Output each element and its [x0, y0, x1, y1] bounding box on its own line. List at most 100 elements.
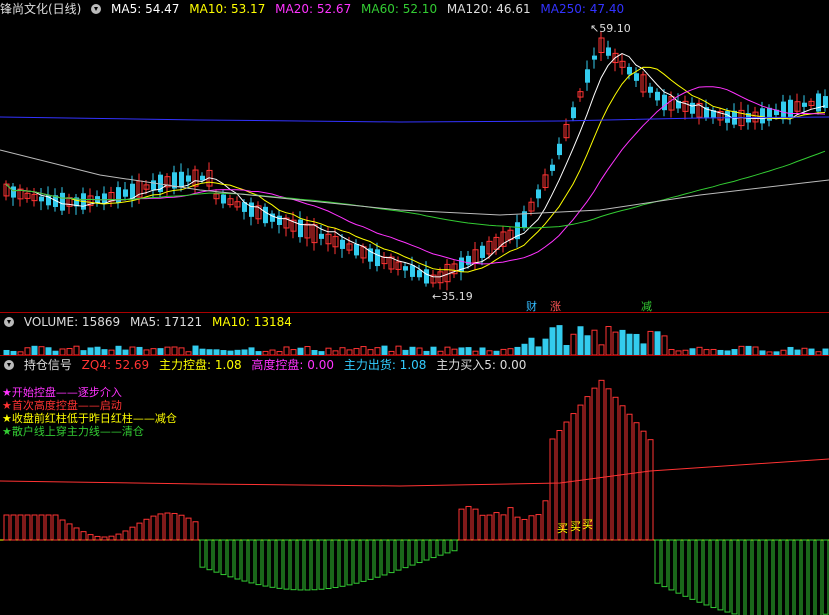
- signal-bar: [122, 530, 129, 541]
- signal-bar: [297, 539, 304, 591]
- signal-zq4: ZQ4: 52.69: [81, 358, 150, 372]
- volume-bar: [696, 346, 703, 355]
- high-price-value: 59.10: [599, 22, 631, 35]
- signal-bar: [206, 539, 213, 571]
- candlestick-chart[interactable]: [0, 0, 829, 312]
- signal-bar: [752, 539, 759, 615]
- volume-bar: [395, 345, 402, 355]
- signal-bar: [668, 539, 675, 591]
- signal-bar: [675, 539, 682, 594]
- signal-bar: [703, 539, 710, 606]
- candle-body: [221, 194, 226, 204]
- signal-bar: [402, 539, 409, 569]
- volume-bar: [444, 346, 451, 355]
- candle-body: [123, 189, 128, 197]
- candle-body: [781, 101, 786, 120]
- signal-bar: [276, 539, 283, 589]
- volume-bar: [514, 346, 521, 355]
- signal-bar: [724, 539, 731, 613]
- volume-bar: [283, 346, 290, 355]
- candle-body: [39, 196, 44, 202]
- candle-body: [634, 73, 639, 81]
- signal-bar: [409, 539, 416, 566]
- volume-ma5: MA5: 17121: [129, 315, 203, 329]
- volume-panel[interactable]: VOLUME: 15869 MA5: 17121 MA10: 13184: [0, 313, 829, 355]
- volume-bar: [619, 329, 626, 355]
- signal-bar: [192, 521, 199, 541]
- volume-bar: [73, 345, 80, 355]
- volume-bar: [339, 347, 346, 355]
- candle-body: [354, 243, 359, 256]
- buy-mark: 买: [582, 518, 593, 531]
- signal-bar: [654, 539, 661, 584]
- legend-item: ★开始控盘——逐步介入: [2, 386, 122, 399]
- signal-bar: [31, 514, 38, 541]
- signal-bar: [444, 539, 451, 554]
- candle-body: [11, 186, 16, 198]
- volume-bar: [115, 345, 122, 355]
- signal-buy5: 主力买入5: 0.00: [436, 358, 527, 372]
- volume-bar: [297, 347, 304, 355]
- candle-body: [60, 192, 65, 211]
- signal-bar: [52, 514, 59, 541]
- settings-gear-icon[interactable]: [91, 4, 102, 14]
- price-panel[interactable]: 锋尚文化(日线) MA5: 54.47 MA10: 53.17 MA20: 52…: [0, 0, 829, 312]
- signal-bar: [472, 508, 479, 541]
- badge-rise[interactable]: 涨: [550, 298, 561, 312]
- signal-bar: [318, 539, 325, 590]
- legend-item: ★收盘前红柱低于昨日红柱——减仓: [2, 412, 177, 425]
- volume-bar: [360, 346, 367, 355]
- ma60-line: [5, 150, 826, 229]
- volume-bar: [563, 344, 570, 355]
- volume-bar: [752, 346, 759, 355]
- signal-bar: [731, 539, 738, 615]
- signal-bar: [353, 539, 360, 584]
- volume-bar: [591, 329, 598, 355]
- badge-reduce[interactable]: 减: [641, 298, 652, 312]
- signal-bar: [605, 388, 612, 541]
- signal-gear-icon[interactable]: [4, 360, 14, 370]
- volume-bar: [458, 347, 465, 355]
- candle-body: [690, 102, 695, 114]
- signal-bar: [493, 512, 500, 541]
- signal-bar: [640, 430, 647, 541]
- volume-gear-icon[interactable]: [4, 317, 14, 327]
- signal-bar: [717, 539, 724, 611]
- signal-bar: [304, 539, 311, 591]
- volume-bar: [549, 327, 556, 355]
- signal-bar: [794, 539, 801, 615]
- candle-body: [627, 66, 632, 75]
- signal-bar: [171, 512, 178, 541]
- volume-bar: [535, 346, 542, 355]
- buy-mark: 买: [557, 522, 568, 535]
- signal-bar: [507, 507, 514, 541]
- volume-bar: [171, 346, 178, 355]
- signal-bar: [220, 539, 227, 576]
- signal-bar: [10, 514, 17, 541]
- volume-bar: [801, 347, 808, 355]
- volume-label: VOLUME: 15869: [23, 315, 121, 329]
- ma250-label: MA250: 47.40: [540, 2, 625, 16]
- ma120-label: MA120: 46.61: [446, 2, 531, 16]
- signal-bar: [311, 539, 318, 591]
- volume-bar: [381, 345, 388, 355]
- signal-bar: [598, 379, 605, 541]
- signal-bar: [465, 505, 472, 541]
- signal-bar: [59, 519, 66, 541]
- volume-bar: [94, 346, 101, 355]
- candle-body: [571, 107, 576, 119]
- candle-body: [760, 108, 765, 124]
- signal-bar: [360, 539, 367, 582]
- signal-bar: [500, 514, 507, 541]
- candle-body: [200, 175, 205, 181]
- zq4-line: [0, 458, 829, 487]
- signal-control: 主力控盘: 1.08: [159, 358, 242, 372]
- candle-body: [536, 189, 541, 199]
- signal-bar: [451, 539, 458, 552]
- ma20-label: MA20: 52.67: [275, 2, 352, 16]
- badge-finance[interactable]: 财: [526, 298, 537, 312]
- volume-bar: [584, 335, 591, 355]
- signal-bar: [416, 539, 423, 564]
- candle-body: [319, 233, 324, 239]
- signal-bar: [381, 539, 388, 576]
